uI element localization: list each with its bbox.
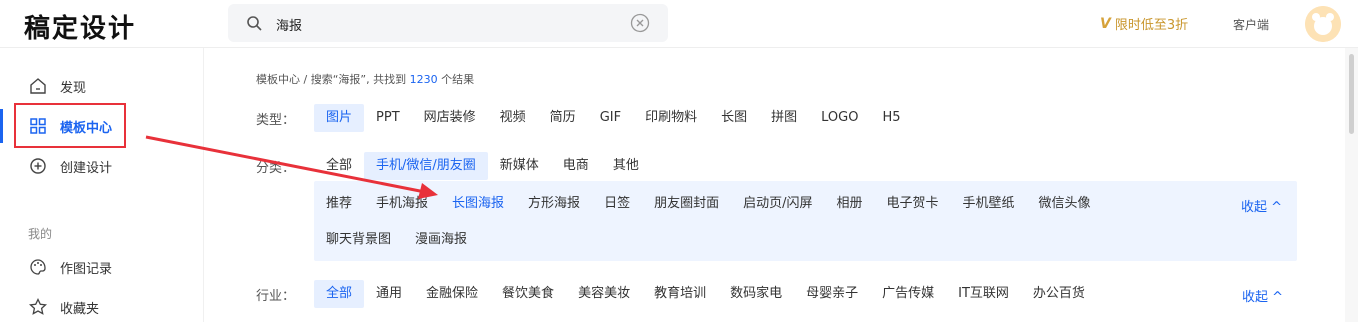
sidebar-item-label: 收藏夹 — [60, 301, 100, 317]
subcategory-option[interactable]: 手机壁纸 — [951, 190, 1027, 218]
type-option[interactable]: 拼图 — [759, 104, 809, 132]
top-bar: 稿定设计 海报 V 限时低至3折 客户端 — [0, 0, 1358, 48]
subcategory-option[interactable]: 微信头像 — [1027, 190, 1103, 218]
breadcrumb-found: 共找到 — [373, 73, 407, 86]
industry-option[interactable]: 办公百货 — [1021, 280, 1097, 308]
industry-option[interactable]: 通用 — [364, 280, 414, 308]
type-option[interactable]: PPT — [364, 104, 412, 132]
sidebar-item-create[interactable]: 创建设计 — [0, 146, 204, 186]
sidebar-item-label: 创建设计 — [60, 160, 113, 176]
type-option[interactable]: 简历 — [538, 104, 588, 132]
industry-option[interactable]: 美容美妆 — [566, 280, 642, 308]
collapse-industry-button[interactable]: 收起 ^ — [1242, 286, 1283, 305]
industry-option[interactable]: 广告传媒 — [870, 280, 946, 308]
industry-option[interactable]: 教育培训 — [642, 280, 718, 308]
sidebar-item-label: 作图记录 — [60, 261, 113, 277]
subcategory-option[interactable]: 日签 — [592, 190, 642, 218]
subcategory-option[interactable]: 漫画海报 — [403, 226, 479, 254]
star-icon — [28, 297, 48, 315]
main-content: 模板中心 / 搜索“海报”, 共找到 1230 个结果 类型： 图片 PPT 网… — [205, 48, 1358, 322]
subcategory-row: 推荐 手机海报 长图海报 方形海报 日签 朋友圈封面 启动页/闪屏 相册 电子贺… — [314, 190, 1103, 218]
industry-filter-label: 行业： — [256, 288, 296, 304]
sidebar-item-history[interactable]: 作图记录 — [0, 247, 204, 287]
palette-icon — [30, 259, 46, 275]
category-filter-row: 分类： 全部 手机/微信/朋友圈 新媒体 电商 其他 — [256, 152, 651, 180]
type-option[interactable]: H5 — [870, 104, 912, 132]
type-option[interactable]: 印刷物料 — [633, 104, 709, 132]
category-option[interactable]: 新媒体 — [488, 152, 551, 180]
clear-icon[interactable] — [630, 13, 650, 33]
subcategory-option[interactable]: 相册 — [824, 190, 874, 218]
type-filter-label: 类型： — [256, 112, 296, 128]
category-option[interactable]: 全部 — [314, 152, 364, 180]
breadcrumb-query: 搜索“海报”, — [310, 73, 370, 86]
type-filter-row: 类型： 图片 PPT 网店装修 视频 简历 GIF 印刷物料 长图 拼图 LOG… — [256, 104, 913, 132]
subcategory-option[interactable]: 长图海报 — [440, 190, 516, 218]
category-option[interactable]: 手机/微信/朋友圈 — [364, 152, 488, 180]
sidebar: 发现 模板中心 创建设计 我的 作图记录 收藏夹 — [0, 48, 204, 322]
sidebar-item-favorites[interactable]: 收藏夹 — [0, 287, 204, 327]
scrollbar-thumb[interactable] — [1349, 54, 1354, 134]
sidebar-item-label: 发现 — [60, 80, 87, 96]
type-option[interactable]: 视频 — [488, 104, 538, 132]
search-box[interactable]: 海报 — [228, 4, 668, 42]
subcategory-option[interactable]: 推荐 — [314, 190, 364, 218]
scrollbar[interactable] — [1345, 48, 1358, 322]
vip-label: 限时低至3折 — [1114, 18, 1189, 33]
type-option[interactable]: 网店装修 — [412, 104, 488, 132]
section-title-mine: 我的 — [28, 227, 53, 241]
result-count: 1230 — [409, 73, 438, 86]
subcategory-panel: 推荐 手机海报 长图海报 方形海报 日签 朋友圈封面 启动页/闪屏 相册 电子贺… — [314, 181, 1297, 261]
industry-option[interactable]: IT互联网 — [946, 280, 1021, 308]
industry-option[interactable]: 母婴亲子 — [794, 280, 870, 308]
avatar[interactable] — [1305, 6, 1341, 42]
client-link[interactable]: 客户端 — [1233, 16, 1269, 33]
vip-icon: V — [1100, 15, 1111, 32]
subcategory-option[interactable]: 聊天背景图 — [314, 226, 403, 254]
breadcrumb-separator: / — [303, 73, 308, 86]
category-filter-label: 分类： — [256, 160, 296, 176]
breadcrumb-root[interactable]: 模板中心 — [256, 73, 300, 86]
subcategory-option[interactable]: 启动页/闪屏 — [731, 190, 824, 218]
avatar-image — [1305, 6, 1341, 42]
type-option[interactable]: LOGO — [809, 104, 870, 132]
search-icon — [247, 16, 262, 31]
subcategory-option[interactable]: 电子贺卡 — [875, 190, 951, 218]
industry-option[interactable]: 餐饮美食 — [490, 280, 566, 308]
app-logo[interactable]: 稿定设计 — [24, 8, 136, 45]
subcategory-row: 聊天背景图 漫画海报 — [314, 226, 479, 254]
subcategory-option[interactable]: 手机海报 — [364, 190, 440, 218]
industry-option[interactable]: 全部 — [314, 280, 365, 308]
subcategory-option[interactable]: 朋友圈封面 — [642, 190, 731, 218]
type-option[interactable]: 图片 — [314, 104, 365, 132]
category-option[interactable]: 电商 — [551, 152, 601, 180]
type-option[interactable]: 长图 — [709, 104, 759, 132]
subcategory-option[interactable]: 方形海报 — [516, 190, 592, 218]
home-icon — [30, 78, 46, 94]
type-option[interactable]: GIF — [588, 104, 633, 132]
collapse-subcategory-button[interactable]: 收起 ^ — [1241, 196, 1282, 215]
annotation-highlight-box — [14, 103, 126, 148]
plus-circle-icon — [30, 158, 46, 174]
industry-filter-row: 行业： 全部 通用 金融保险 餐饮美食 美容美妆 教育培训 数码家电 母婴亲子 … — [256, 280, 1097, 308]
industry-option[interactable]: 金融保险 — [414, 280, 490, 308]
breadcrumb-suffix: 个结果 — [441, 73, 475, 86]
breadcrumb: 模板中心 / 搜索“海报”, 共找到 1230 个结果 — [256, 71, 474, 87]
sidebar-item-discover[interactable]: 发现 — [0, 66, 204, 106]
industry-option[interactable]: 数码家电 — [718, 280, 794, 308]
vip-promo[interactable]: V 限时低至3折 — [1100, 14, 1189, 34]
search-input[interactable]: 海报 — [276, 15, 302, 34]
category-option[interactable]: 其他 — [601, 152, 651, 180]
